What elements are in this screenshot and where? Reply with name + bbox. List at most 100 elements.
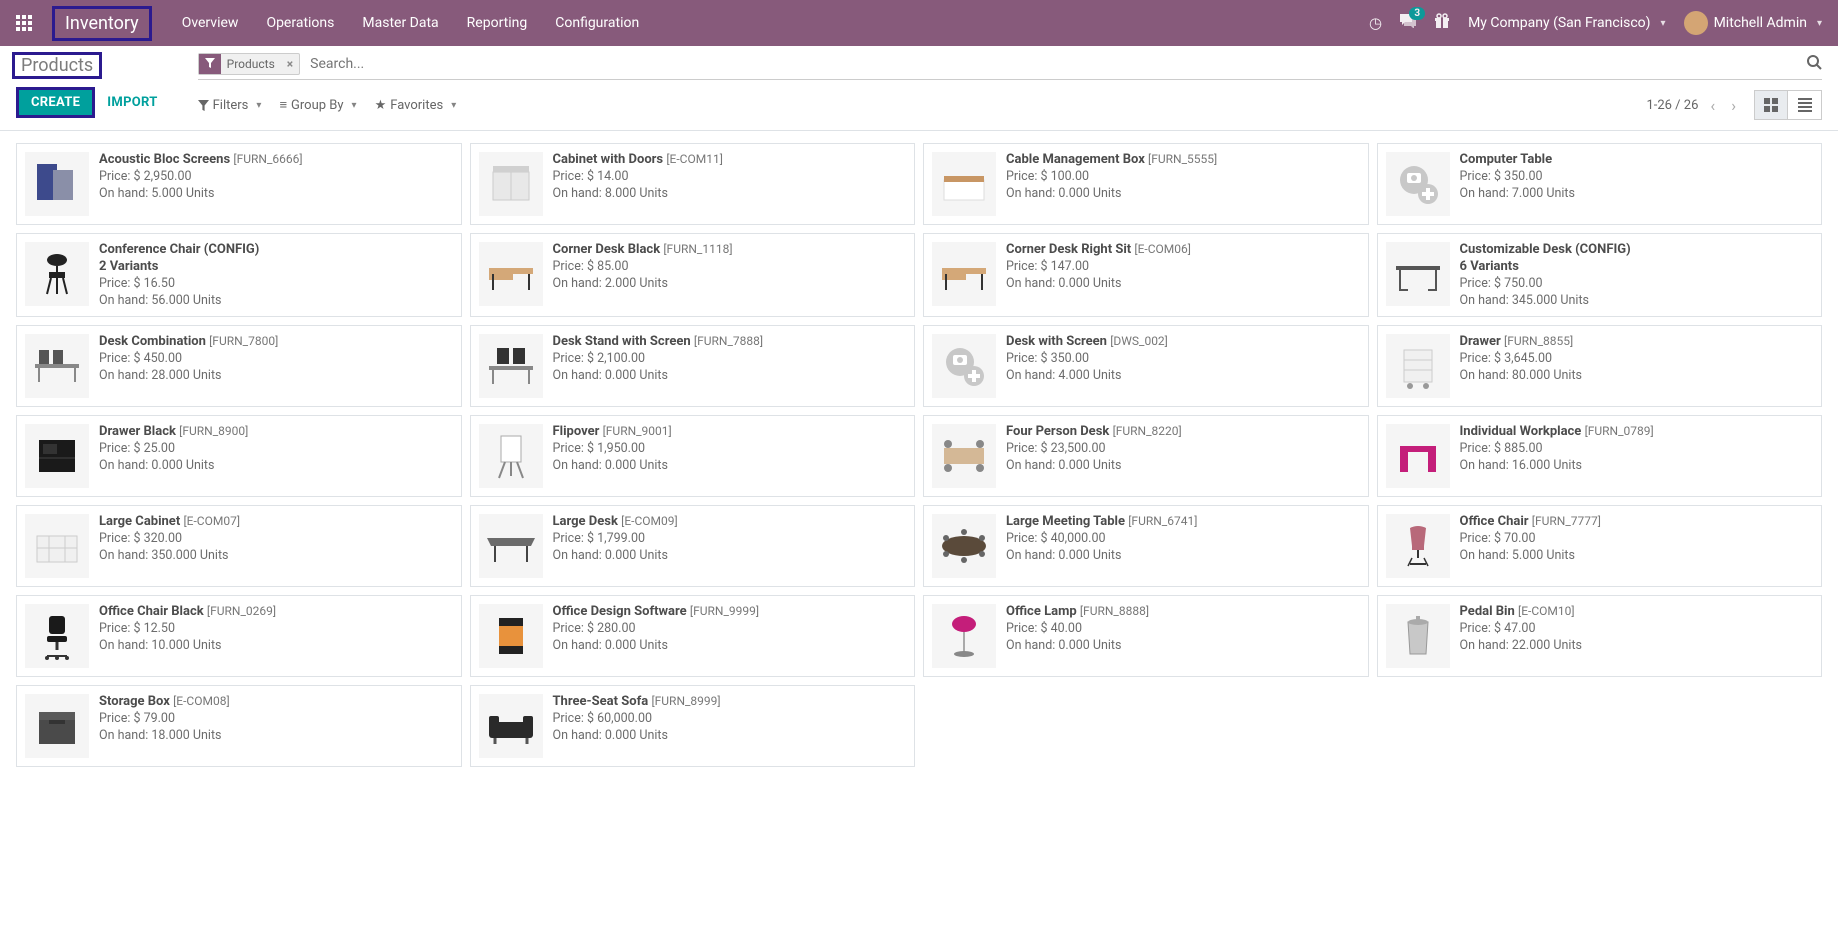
product-card[interactable]: Four Person Desk [FURN_8220] Price: $ 23…: [923, 415, 1369, 497]
product-thumbnail: [479, 334, 543, 398]
product-card[interactable]: Customizable Desk (CONFIG) 6 Variants Pr…: [1377, 233, 1823, 317]
product-card[interactable]: Drawer Black [FURN_8900] Price: $ 25.00 …: [16, 415, 462, 497]
product-card[interactable]: Individual Workplace [FURN_0789] Price: …: [1377, 415, 1823, 497]
groupby-dropdown[interactable]: ≡ Group By: [279, 97, 356, 113]
product-thumbnail: [479, 152, 543, 216]
list-view-button[interactable]: [1788, 90, 1822, 120]
create-button[interactable]: CREATE: [16, 87, 95, 118]
product-card[interactable]: Pedal Bin [E-COM10] Price: $ 47.00 On ha…: [1377, 595, 1823, 677]
product-thumbnail: [25, 424, 89, 488]
product-thumbnail: [1386, 242, 1450, 306]
product-thumbnail: [25, 604, 89, 668]
product-card[interactable]: Desk Stand with Screen [FURN_7888] Price…: [470, 325, 916, 407]
product-onhand: On hand: 8.000 Units: [553, 186, 723, 201]
pager-prev[interactable]: ‹: [1706, 92, 1719, 119]
nav-menu: Overview Operations Master Data Reportin…: [182, 15, 640, 31]
product-card[interactable]: Corner Desk Right Sit [E-COM06] Price: $…: [923, 233, 1369, 317]
nav-configuration[interactable]: Configuration: [555, 15, 639, 31]
product-onhand: On hand: 0.000 Units: [553, 728, 721, 743]
product-card[interactable]: Cabinet with Doors [E-COM11] Price: $ 14…: [470, 143, 916, 225]
product-card[interactable]: Desk with Screen [DWS_002] Price: $ 350.…: [923, 325, 1369, 407]
product-onhand: On hand: 18.000 Units: [99, 728, 230, 743]
product-title: Desk Stand with Screen [FURN_7888]: [553, 334, 764, 349]
product-card[interactable]: Cable Management Box [FURN_5555] Price: …: [923, 143, 1369, 225]
product-card[interactable]: Large Cabinet [E-COM07] Price: $ 320.00 …: [16, 505, 462, 587]
company-selector[interactable]: My Company (San Francisco): [1468, 15, 1665, 31]
product-title: Four Person Desk [FURN_8220]: [1006, 424, 1182, 439]
product-variants: 2 Variants: [99, 259, 259, 274]
product-thumbnail: [479, 242, 543, 306]
product-thumbnail: [1386, 424, 1450, 488]
filters-dropdown[interactable]: Filters: [198, 97, 262, 113]
avatar: [1684, 11, 1708, 35]
product-card[interactable]: Office Chair [FURN_7777] Price: $ 70.00 …: [1377, 505, 1823, 587]
product-price: Price: $ 79.00: [99, 711, 230, 726]
product-card[interactable]: Computer Table Price: $ 350.00 On hand: …: [1377, 143, 1823, 225]
product-title: Corner Desk Black [FURN_1118]: [553, 242, 733, 257]
search-icon[interactable]: [1806, 54, 1822, 74]
chat-icon[interactable]: 3: [1400, 14, 1416, 32]
product-title: Cable Management Box [FURN_5555]: [1006, 152, 1217, 167]
product-card[interactable]: Acoustic Bloc Screens [FURN_6666] Price:…: [16, 143, 462, 225]
clock-icon[interactable]: ◷: [1369, 14, 1382, 32]
product-card[interactable]: Flipover [FURN_9001] Price: $ 1,950.00 O…: [470, 415, 916, 497]
product-price: Price: $ 25.00: [99, 441, 248, 456]
product-price: Price: $ 3,645.00: [1460, 351, 1582, 366]
gift-icon[interactable]: [1434, 13, 1450, 33]
product-card[interactable]: Three-Seat Sofa [FURN_8999] Price: $ 60,…: [470, 685, 916, 767]
nav-reporting[interactable]: Reporting: [467, 15, 528, 31]
product-card[interactable]: Large Meeting Table [FURN_6741] Price: $…: [923, 505, 1369, 587]
product-onhand: On hand: 4.000 Units: [1006, 368, 1168, 383]
product-price: Price: $ 2,950.00: [99, 169, 303, 184]
nav-overview[interactable]: Overview: [182, 15, 239, 31]
product-card[interactable]: Large Desk [E-COM09] Price: $ 1,799.00 O…: [470, 505, 916, 587]
product-title: Computer Table: [1460, 152, 1575, 167]
product-price: Price: $ 147.00: [1006, 259, 1191, 274]
product-price: Price: $ 280.00: [553, 621, 760, 636]
product-onhand: On hand: 0.000 Units: [1006, 638, 1149, 653]
product-thumbnail: [1386, 604, 1450, 668]
product-card[interactable]: Drawer [FURN_8855] Price: $ 3,645.00 On …: [1377, 325, 1823, 407]
product-title: Office Design Software [FURN_9999]: [553, 604, 760, 619]
kanban-view-button[interactable]: [1754, 90, 1788, 120]
product-thumbnail: [479, 514, 543, 578]
product-title: Three-Seat Sofa [FURN_8999]: [553, 694, 721, 709]
search-input[interactable]: [306, 52, 1806, 76]
product-title: Storage Box [E-COM08]: [99, 694, 230, 709]
product-card[interactable]: Desk Combination [FURN_7800] Price: $ 45…: [16, 325, 462, 407]
product-title: Large Meeting Table [FURN_6741]: [1006, 514, 1197, 529]
product-price: Price: $ 14.00: [553, 169, 723, 184]
pager-next[interactable]: ›: [1727, 92, 1740, 119]
product-card[interactable]: Conference Chair (CONFIG) 2 Variants Pri…: [16, 233, 462, 317]
product-thumbnail: [25, 334, 89, 398]
product-onhand: On hand: 345.000 Units: [1460, 293, 1631, 308]
user-menu[interactable]: Mitchell Admin: [1684, 11, 1822, 35]
product-thumbnail: [25, 514, 89, 578]
nav-operations[interactable]: Operations: [266, 15, 334, 31]
favorites-dropdown[interactable]: ★ Favorites: [375, 97, 457, 113]
product-onhand: On hand: 28.000 Units: [99, 368, 278, 383]
product-card[interactable]: Office Lamp [FURN_8888] Price: $ 40.00 O…: [923, 595, 1369, 677]
import-button[interactable]: IMPORT: [107, 95, 157, 110]
product-variants: 6 Variants: [1460, 259, 1631, 274]
pager-value[interactable]: 1-26 / 26: [1646, 98, 1698, 113]
app-brand[interactable]: Inventory: [52, 6, 152, 41]
product-price: Price: $ 40,000.00: [1006, 531, 1197, 546]
breadcrumb: Products: [12, 52, 102, 79]
product-thumbnail: [25, 152, 89, 216]
product-card[interactable]: Office Chair Black [FURN_0269] Price: $ …: [16, 595, 462, 677]
product-onhand: On hand: 0.000 Units: [553, 458, 672, 473]
product-thumbnail: [932, 242, 996, 306]
product-onhand: On hand: 0.000 Units: [1006, 548, 1197, 563]
product-price: Price: $ 2,100.00: [553, 351, 764, 366]
search-bar: Products ×: [198, 52, 1822, 80]
product-thumbnail: [932, 604, 996, 668]
nav-master-data[interactable]: Master Data: [362, 15, 438, 31]
product-card[interactable]: Office Design Software [FURN_9999] Price…: [470, 595, 916, 677]
pager: 1-26 / 26 ‹ ›: [1646, 92, 1740, 119]
apps-icon[interactable]: [16, 15, 32, 31]
product-card[interactable]: Corner Desk Black [FURN_1118] Price: $ 8…: [470, 233, 916, 317]
product-title: Office Lamp [FURN_8888]: [1006, 604, 1149, 619]
facet-remove[interactable]: ×: [281, 54, 299, 74]
product-card[interactable]: Storage Box [E-COM08] Price: $ 79.00 On …: [16, 685, 462, 767]
